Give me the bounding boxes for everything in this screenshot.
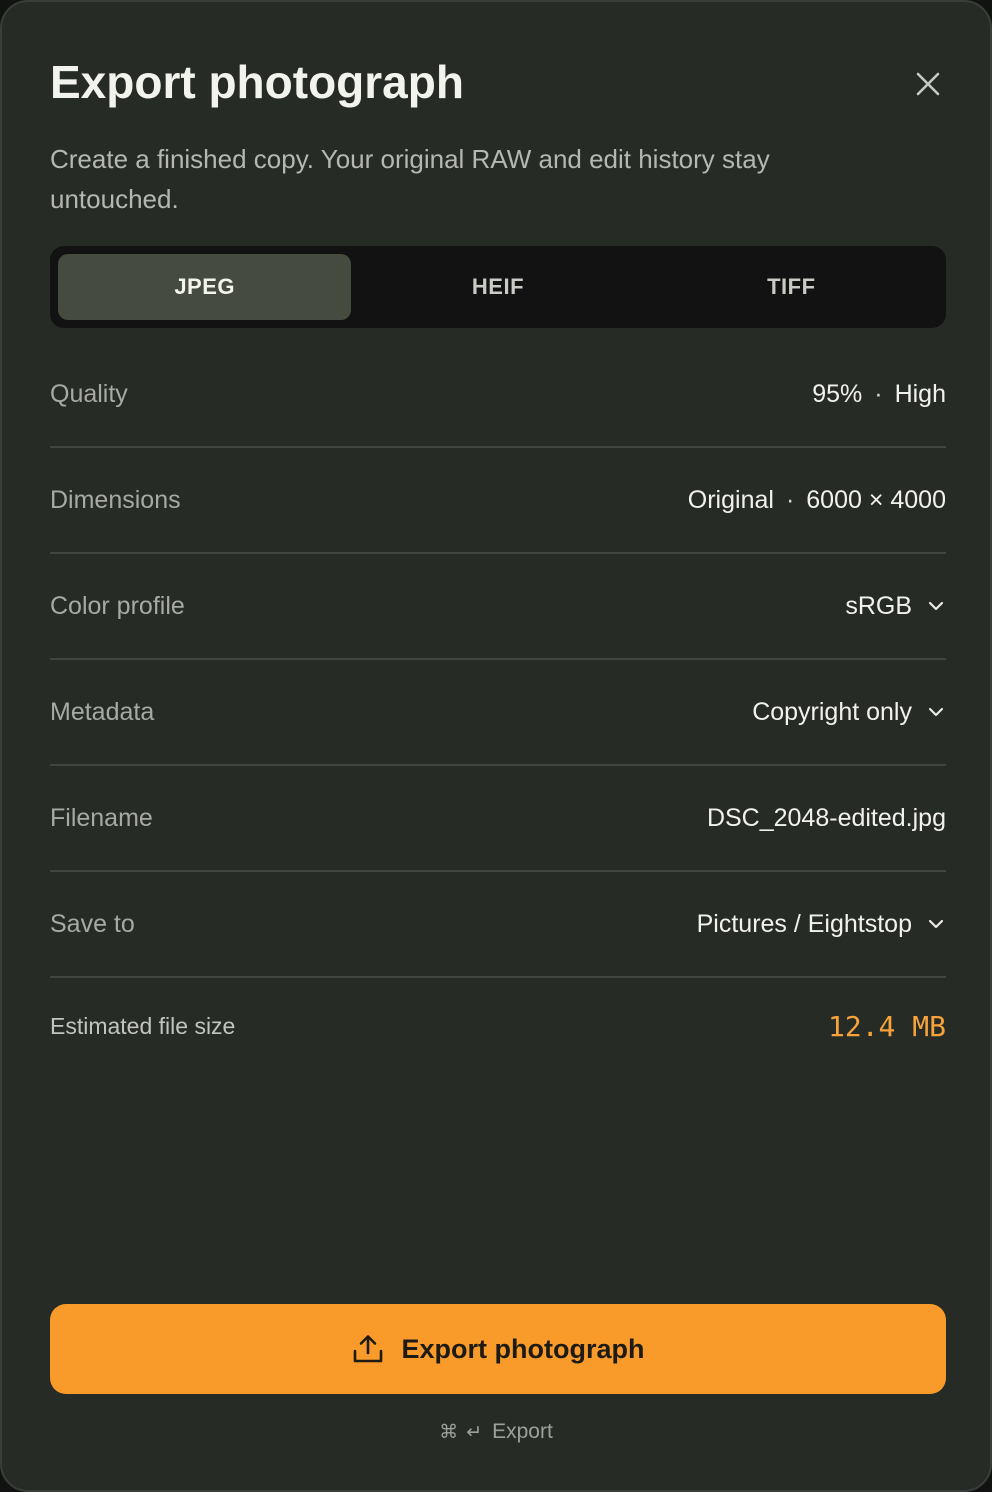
dimensions-mode: Original [687,485,774,514]
dimensions-row: Dimensions Original · 6000 × 4000 [50,448,946,554]
export-button[interactable]: Export photograph [50,1304,946,1394]
shortcut-label: Export [492,1420,553,1443]
metadata-value: Copyright only [752,697,912,726]
export-button-label: Export photograph [401,1333,645,1364]
filename-row: Filename DSC_2048-edited.jpg [50,766,946,872]
return-key-icon: ↵ [466,1421,483,1443]
upload-icon [352,1334,384,1364]
quality-label: Quality [50,379,128,408]
dialog-title: Export photograph [50,56,464,108]
save-to-value: Pictures / Eightstop [696,909,912,938]
dimensions-value[interactable]: Original · 6000 × 4000 [688,486,946,515]
quality-row: Quality 95% · High [50,342,946,448]
color-profile-select[interactable]: sRGB [845,592,946,621]
export-dialog: Export photograph Create a finished copy… [0,0,992,1492]
close-icon [916,72,940,96]
quality-separator: · [874,379,883,408]
dialog-subtitle: Create a finished copy. Your original RA… [50,144,770,214]
color-profile-value: sRGB [845,591,912,620]
color-profile-row: Color profile sRGB [50,554,946,660]
quality-value[interactable]: 95% · High [812,380,946,409]
color-profile-label: Color profile [50,591,185,620]
format-tab-tiff[interactable]: TIFF [645,254,938,320]
dimensions-label: Dimensions [50,485,181,514]
save-to-row: Save to Pictures / Eightstop [50,872,946,978]
chevron-down-icon [926,914,946,934]
format-tab-heif[interactable]: HEIF [351,254,644,320]
command-key-icon: ⌘ [439,1421,459,1443]
settings-list: Quality 95% · High Dimensions Original ·… [50,342,946,978]
quality-percent: 95% [812,379,863,408]
estimated-size-label: Estimated file size [50,1012,236,1039]
format-tab-jpeg[interactable]: JPEG [58,254,352,320]
keyboard-shortcut-hint: ⌘ ↵ Export [2,1420,990,1444]
save-to-select[interactable]: Pictures / Eightstop [697,910,946,939]
close-button[interactable] [906,62,950,106]
filename-field[interactable]: DSC_2048-edited.jpg [707,804,946,833]
estimated-size-row: Estimated file size 12.4 MB [50,1000,946,1052]
metadata-row: Metadata Copyright only [50,660,946,766]
metadata-label: Metadata [50,697,155,726]
quality-level: High [894,379,946,408]
chevron-down-icon [926,596,946,616]
save-to-label: Save to [50,909,135,938]
estimated-size-value: 12.4 MB [827,1009,946,1043]
filename-label: Filename [50,803,153,832]
metadata-select[interactable]: Copyright only [752,698,946,727]
dimensions-separator: · [785,485,795,514]
format-selector: JPEG HEIF TIFF [50,246,946,328]
dimensions-size: 6000 × 4000 [806,485,946,514]
chevron-down-icon [926,702,946,722]
